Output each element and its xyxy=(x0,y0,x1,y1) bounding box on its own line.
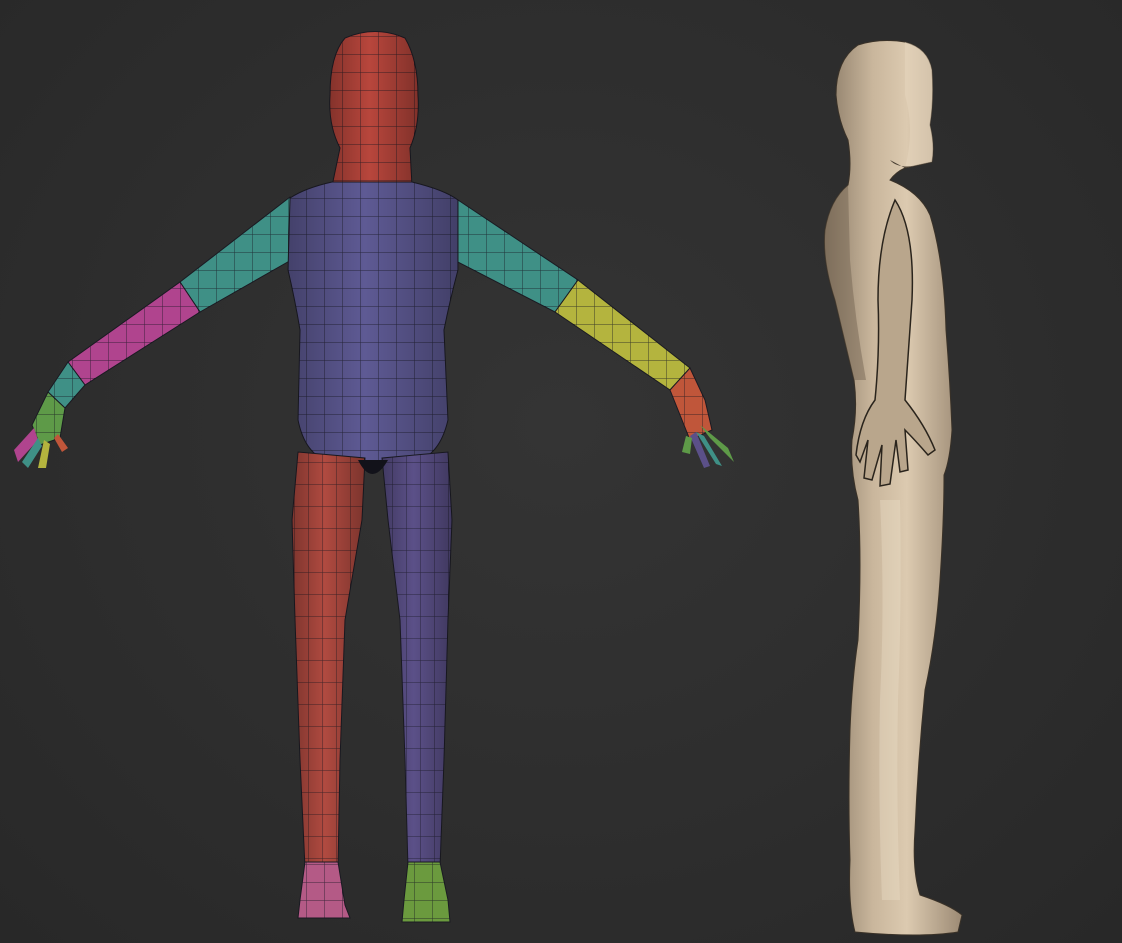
left-upper-arm-polygroup xyxy=(449,197,579,313)
3d-viewport[interactable] xyxy=(0,0,1122,943)
right-upper-arm-polygroup xyxy=(179,196,301,313)
right-forearm-polygroup xyxy=(67,281,201,386)
side-leg-highlight xyxy=(879,500,901,900)
scene-canvas[interactable] xyxy=(0,0,1122,943)
right-foot-polygroup xyxy=(297,861,351,919)
side-face-plane xyxy=(905,42,934,168)
right-hand-polygroup xyxy=(14,391,68,468)
left-hand-polygroup xyxy=(669,367,734,468)
side-body-model[interactable] xyxy=(823,40,963,936)
front-body-model[interactable] xyxy=(14,31,734,923)
left-foot-polygroup xyxy=(401,861,451,923)
head-polygroup xyxy=(329,31,419,187)
right-leg-polygroup xyxy=(291,451,366,869)
left-leg-polygroup xyxy=(381,451,453,869)
torso-polygroup xyxy=(287,181,459,463)
left-forearm-polygroup xyxy=(554,279,691,391)
